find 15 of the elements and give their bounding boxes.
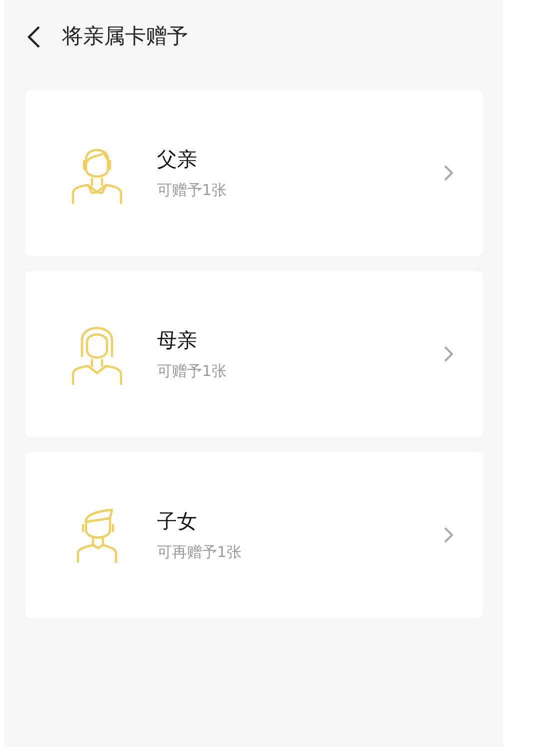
member-card[interactable]: 父亲 可赠予1张 [25, 90, 483, 256]
chevron-right-icon [444, 346, 453, 362]
member-name: 子女 [157, 508, 198, 534]
chevron-right-icon [444, 165, 453, 181]
member-name: 母亲 [157, 327, 198, 353]
page-title: 将亲属卡赠予 [62, 23, 188, 50]
member-card[interactable]: 母亲 可赠予1张 [25, 271, 483, 437]
gift-count: 可赠予1张 [157, 180, 228, 200]
member-name: 父亲 [157, 146, 198, 172]
child-avatar-icon [74, 506, 120, 564]
gift-count: 可赠予1张 [157, 361, 228, 381]
gift-count: 可再赠予1张 [157, 542, 243, 562]
member-card[interactable]: 子女 可再赠予1张 [25, 452, 483, 618]
chevron-right-icon [444, 527, 453, 543]
back-icon [27, 25, 41, 49]
